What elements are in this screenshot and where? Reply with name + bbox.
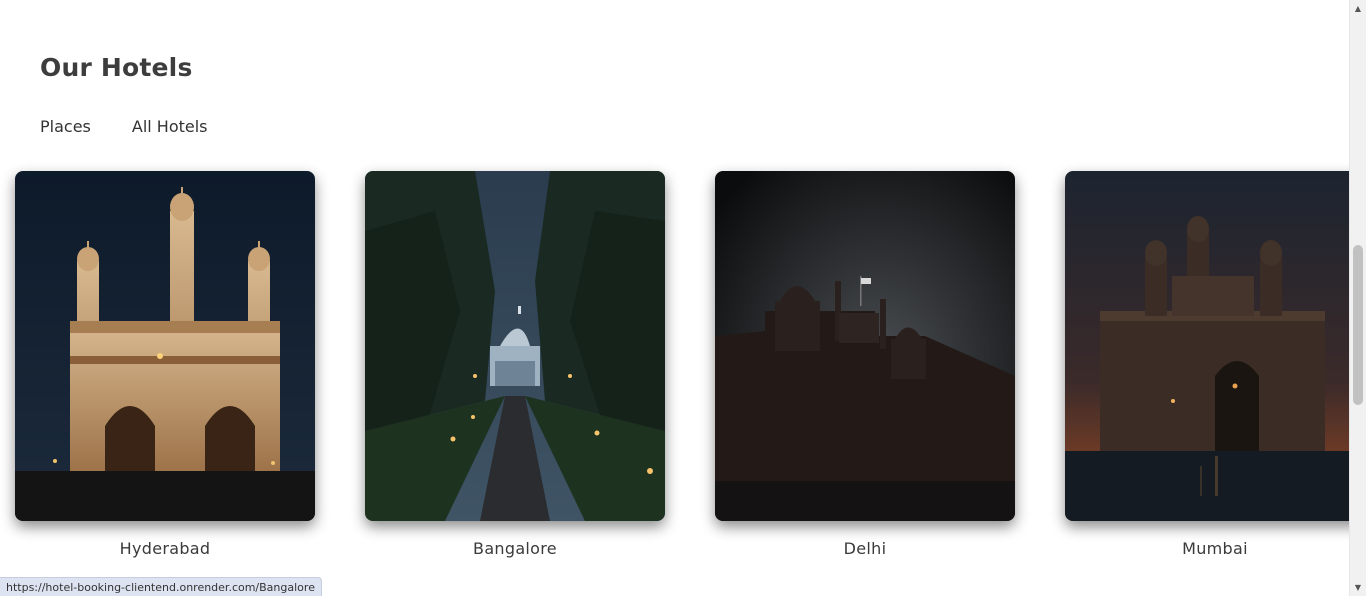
status-bar-url: https://hotel-booking-clientend.onrender… xyxy=(0,577,322,596)
city-card-bangalore[interactable]: Bangalore xyxy=(365,171,665,558)
city-card-delhi[interactable]: Delhi xyxy=(715,171,1015,558)
city-label[interactable]: Delhi xyxy=(715,539,1015,558)
hotel-tabs: Places All Hotels xyxy=(40,117,208,137)
gateway-of-india-image[interactable] xyxy=(1065,171,1365,521)
city-label[interactable]: Bangalore xyxy=(365,539,665,558)
tab-all-hotels[interactable]: All Hotels xyxy=(132,117,208,137)
charminar-image[interactable] xyxy=(15,171,315,521)
glass-house-image[interactable] xyxy=(365,171,665,521)
scroll-thumb[interactable] xyxy=(1353,245,1363,405)
city-label[interactable]: Mumbai xyxy=(1065,539,1365,558)
city-card-hyderabad[interactable]: Hyderabad xyxy=(15,171,315,558)
city-card-mumbai[interactable]: Mumbai xyxy=(1065,171,1365,558)
city-label[interactable]: Hyderabad xyxy=(15,539,315,558)
scroll-down-icon[interactable]: ▼ xyxy=(1350,579,1366,596)
red-fort-image[interactable] xyxy=(715,171,1015,521)
page: Our Hotels Places All Hotels Hyderabad B… xyxy=(0,0,1366,596)
vertical-scrollbar[interactable]: ▲ ▼ xyxy=(1349,0,1366,596)
section-title: Our Hotels xyxy=(40,53,193,82)
tab-places[interactable]: Places xyxy=(40,117,91,137)
scroll-up-icon[interactable]: ▲ xyxy=(1350,0,1366,17)
